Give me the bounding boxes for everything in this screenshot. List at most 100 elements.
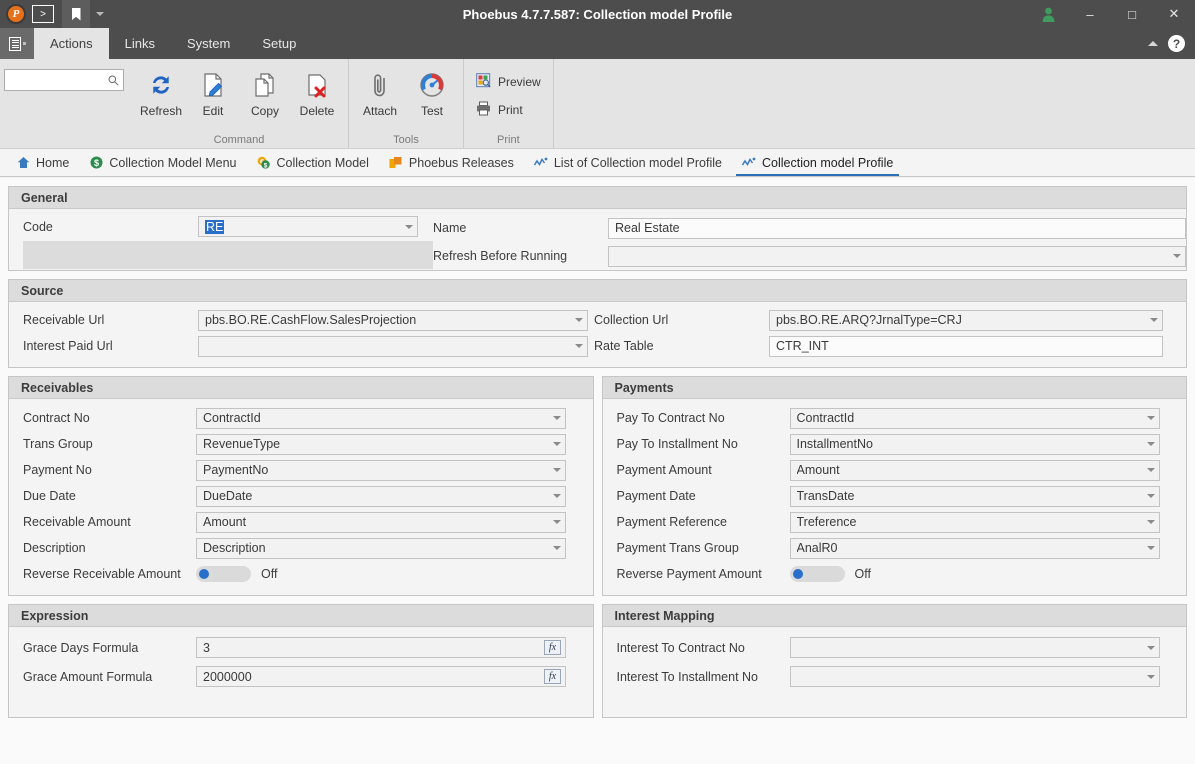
maximize-button[interactable]: □ — [1111, 0, 1153, 28]
receivables-payment-no-combobox[interactable]: PaymentNo — [196, 459, 566, 481]
menu-item-setup[interactable]: Setup — [246, 28, 312, 59]
menu-item-actions[interactable]: Actions — [34, 28, 109, 59]
ribbon-empty-area — [552, 59, 1195, 148]
search-input[interactable] — [4, 69, 124, 91]
chevron-down-icon — [1173, 254, 1181, 258]
payments-trans-group-combobox[interactable]: AnalR0 — [789, 537, 1160, 559]
close-button[interactable]: ✕ — [1153, 0, 1195, 28]
bookmark-button[interactable] — [62, 0, 90, 28]
tab-collection-model[interactable]: €$ Collection Model — [247, 149, 379, 176]
interest-to-installment-no-combobox[interactable] — [789, 666, 1160, 687]
reverse-receivable-amount-toggle[interactable] — [196, 566, 251, 582]
print-button[interactable]: Print — [470, 97, 529, 123]
boxes-icon — [389, 156, 403, 170]
label-payment-trans-group: Payment Trans Group — [616, 541, 739, 555]
code-combobox[interactable]: RE — [198, 216, 418, 237]
interest-to-contract-no-combobox[interactable] — [789, 637, 1160, 658]
label-contract-no: Contract No — [23, 411, 90, 425]
panel-payments: Payments Pay To Contract No ContractId P… — [601, 376, 1187, 596]
refresh-label: Refresh — [139, 104, 183, 118]
tab-collection-model-profile[interactable]: Collection model Profile — [732, 149, 903, 176]
ribbon-group-print: Preview Print Print — [463, 59, 553, 148]
collection-url-value: pbs.BO.RE.ARQ?JrnalType=CRJ — [776, 313, 962, 327]
payments-reference-combobox[interactable]: Treference — [789, 511, 1160, 533]
menu-item-links[interactable]: Links — [109, 28, 171, 59]
rate-table-input[interactable]: CTR_INT — [769, 335, 1163, 357]
user-account-icon[interactable] — [1027, 0, 1069, 28]
grace-amount-formula-input[interactable]: 2000000 fx — [196, 666, 566, 687]
edit-label: Edit — [202, 104, 224, 118]
payments-amount-combobox[interactable]: Amount — [789, 459, 1160, 481]
tab-list-of-collection-model-profile[interactable]: List of Collection model Profile — [524, 149, 732, 176]
label-refresh-before-running: Refresh Before Running — [433, 249, 568, 263]
chevron-down-icon — [405, 224, 413, 229]
minimize-button[interactable]: – — [1069, 0, 1111, 28]
panel-source-title: Source — [9, 280, 1186, 302]
payments-contract-no-combobox[interactable]: ContractId — [789, 407, 1160, 429]
menu-item-system[interactable]: System — [171, 28, 246, 59]
label-grace-amount-formula: Grace Amount Formula — [23, 669, 153, 684]
receivables-due-date-combobox[interactable]: DueDate — [196, 485, 566, 507]
copy-label: Copy — [250, 104, 279, 118]
preview-icon — [476, 73, 491, 91]
value: Amount — [796, 463, 840, 477]
tab-phoebus-releases[interactable]: Phoebus Releases — [379, 149, 524, 176]
print-label: Print — [498, 103, 523, 117]
label-interest-paid-url: Interest Paid Url — [23, 339, 113, 353]
console-button[interactable]: > — [32, 5, 54, 23]
tab-home[interactable]: Home — [6, 149, 79, 176]
receivables-contract-no-combobox[interactable]: ContractId — [196, 407, 566, 429]
tab-collection-model-menu[interactable]: $ Collection Model Menu — [79, 149, 246, 176]
reverse-payment-amount-toggle[interactable] — [789, 566, 845, 582]
payments-date-combobox[interactable]: TransDate — [789, 485, 1160, 507]
receivable-url-combobox[interactable]: pbs.BO.RE.CashFlow.SalesProjection — [198, 309, 588, 331]
preview-button[interactable]: Preview — [470, 69, 547, 95]
label-interest-to-contract-no: Interest To Contract No — [616, 640, 745, 655]
receivables-description-combobox[interactable]: Description — [196, 537, 566, 559]
formula-builder-button[interactable]: fx — [544, 640, 561, 655]
panel-receivables: Receivables Contract No ContractId Trans… — [8, 376, 594, 596]
payments-installment-no-combobox[interactable]: InstallmentNo — [789, 433, 1160, 455]
field-row: Interest To Installment No — [617, 662, 1173, 691]
edit-button[interactable]: Edit — [188, 65, 238, 118]
rate-table-value: CTR_INT — [776, 339, 829, 353]
copy-icon — [251, 69, 279, 101]
formula-builder-button[interactable]: fx — [544, 669, 561, 684]
value: 3 — [203, 640, 210, 655]
menu-app-button[interactable] — [0, 28, 34, 59]
receivables-trans-group-combobox[interactable]: RevenueType — [196, 433, 566, 455]
field-row: Payment Amount Amount — [617, 457, 1173, 483]
test-button[interactable]: Test — [407, 65, 457, 118]
refresh-button[interactable]: Refresh — [136, 65, 186, 118]
delete-button[interactable]: Delete — [292, 65, 342, 118]
copy-button[interactable]: Copy — [240, 65, 290, 118]
field-row: Payment Reference Treference — [617, 509, 1173, 535]
attach-button[interactable]: Attach — [355, 65, 405, 118]
field-row: Grace Days Formula 3 fx — [23, 633, 579, 662]
help-icon[interactable]: ? — [1168, 35, 1185, 52]
menu-bar: Actions Links System Setup ? — [0, 28, 1195, 59]
name-input[interactable]: Real Estate — [608, 217, 1186, 239]
menu-item-label: Setup — [262, 36, 297, 51]
window-controls: – □ ✕ — [1027, 0, 1195, 28]
panel-expression-title: Expression — [9, 605, 593, 627]
panel-payments-title: Payments — [602, 377, 1186, 399]
ribbon-search-group — [0, 59, 130, 148]
collection-url-combobox[interactable]: pbs.BO.RE.ARQ?JrnalType=CRJ — [769, 309, 1163, 331]
chevron-down-icon — [553, 416, 561, 420]
tab-label: Home — [36, 155, 70, 170]
value: Amount — [203, 515, 247, 529]
euro-coin-icon: €$ — [257, 156, 271, 170]
menu-bar-right: ? — [1148, 28, 1195, 59]
chart-line-icon — [742, 156, 756, 170]
ribbon-group-tools: Attach Test Tools — [348, 59, 463, 148]
interest-paid-url-combobox[interactable] — [198, 335, 588, 357]
grace-days-formula-input[interactable]: 3 fx — [196, 637, 566, 658]
refresh-icon — [147, 69, 175, 101]
customize-qat-button[interactable] — [90, 0, 110, 28]
refresh-before-running-combobox[interactable] — [608, 245, 1186, 267]
general-spacer — [23, 241, 433, 269]
receivables-amount-combobox[interactable]: Amount — [196, 511, 566, 533]
panel-general-title: General — [9, 187, 1186, 209]
chevron-up-icon[interactable] — [1148, 41, 1158, 46]
